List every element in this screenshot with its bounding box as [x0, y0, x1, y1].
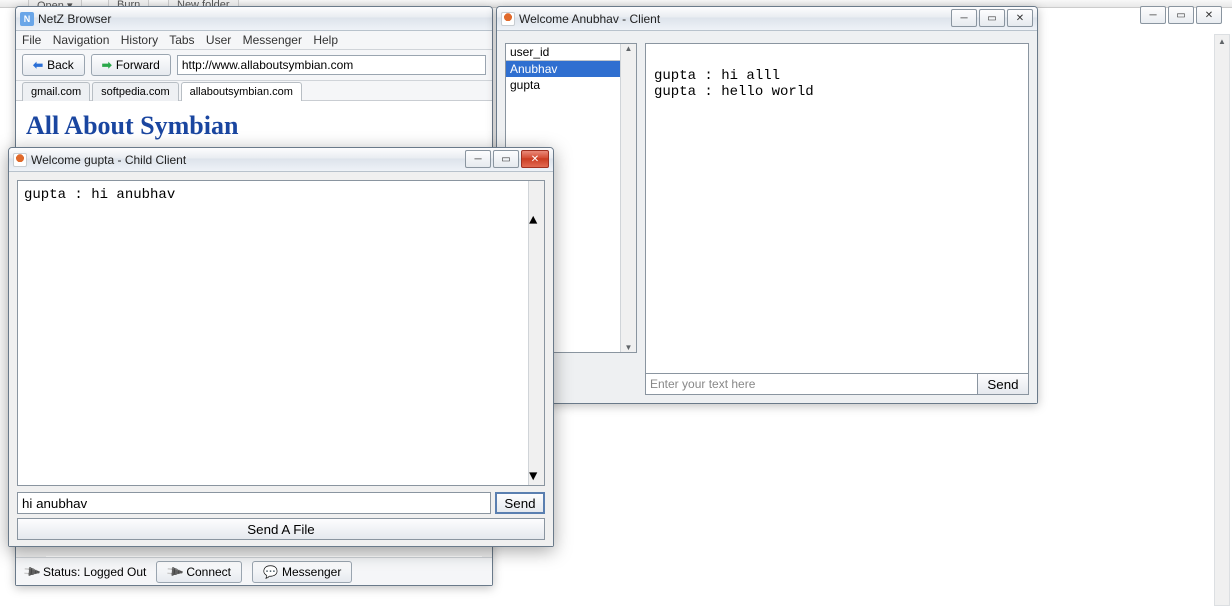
connect-button[interactable]: 🔌 Connect [156, 561, 242, 583]
anubhav-maximize-button[interactable]: ▭ [979, 9, 1005, 27]
url-input[interactable] [177, 55, 486, 75]
netz-statusbar: 🔌 Status: Logged Out 🔌 Connect 💬 Messeng… [16, 557, 492, 585]
menu-file[interactable]: File [22, 33, 41, 47]
gupta-title: Welcome gupta - Child Client [31, 153, 186, 167]
host-scrollbar[interactable]: ▲ [1214, 34, 1230, 606]
menu-help[interactable]: Help [313, 33, 338, 47]
browser-viewport: All About Symbian [16, 101, 492, 149]
netz-app-icon: N [20, 12, 34, 26]
back-button[interactable]: ⬅Back [22, 54, 85, 76]
menu-tabs[interactable]: Tabs [169, 33, 194, 47]
scroll-up-icon: ▲ [529, 213, 544, 229]
forward-arrow-icon: ➡ [102, 58, 112, 72]
netz-navrow: ⬅Back ➡Forward [16, 50, 492, 81]
host-maximize-button[interactable]: ▭ [1168, 6, 1194, 24]
status-segment: 🔌 Status: Logged Out [24, 565, 146, 579]
gupta-client-window: Welcome gupta - Child Client ─ ▭ ✕ gupta… [8, 147, 554, 547]
scroll-down-icon: ▼ [621, 343, 636, 352]
gupta-titlebar[interactable]: Welcome gupta - Child Client ─ ▭ ✕ [9, 148, 553, 172]
menu-history[interactable]: History [121, 33, 158, 47]
forward-button[interactable]: ➡Forward [91, 54, 171, 76]
java-icon [13, 153, 27, 167]
anubhav-close-button[interactable]: ✕ [1007, 9, 1033, 27]
user-list-header: user_id [506, 44, 636, 61]
user-list-item-gupta[interactable]: gupta [506, 77, 636, 93]
menu-navigation[interactable]: Navigation [53, 33, 110, 47]
tab-allaboutsymbian[interactable]: allaboutsymbian.com [181, 82, 302, 101]
anubhav-titlebar[interactable]: Welcome Anubhav - Client ─ ▭ ✕ [497, 7, 1037, 31]
connect-plug-icon: 🔌 [165, 561, 185, 581]
anubhav-minimize-button[interactable]: ─ [951, 9, 977, 27]
anubhav-title: Welcome Anubhav - Client [519, 12, 660, 26]
gupta-log-scrollbar[interactable]: ▲ ▼ [528, 181, 544, 485]
scroll-up-icon: ▲ [621, 44, 636, 53]
gupta-minimize-button[interactable]: ─ [465, 150, 491, 168]
messenger-button[interactable]: 💬 Messenger [252, 561, 352, 583]
menu-messenger[interactable]: Messenger [243, 33, 302, 47]
netz-menubar: File Navigation History Tabs User Messen… [16, 31, 492, 50]
user-list-scrollbar[interactable]: ▲ ▼ [620, 44, 636, 352]
status-text: Status: Logged Out [43, 565, 146, 579]
gupta-message-input[interactable] [17, 492, 491, 514]
gupta-chat-log: gupta : hi anubhav ▲ ▼ [17, 180, 545, 486]
host-close-button[interactable]: ✕ [1196, 6, 1222, 24]
gupta-send-button[interactable]: Send [495, 492, 545, 514]
host-minimize-button[interactable]: ─ [1140, 6, 1166, 24]
scroll-up-icon: ▲ [1215, 35, 1229, 49]
messenger-balloon-icon: 💬 [263, 565, 278, 579]
page-heading: All About Symbian [26, 111, 482, 141]
gupta-maximize-button[interactable]: ▭ [493, 150, 519, 168]
plug-icon: 🔌 [21, 561, 41, 581]
user-list-item-anubhav[interactable]: Anubhav [506, 61, 636, 77]
tab-gmail[interactable]: gmail.com [22, 82, 90, 101]
gupta-send-file-button[interactable]: Send A File [17, 518, 545, 540]
gupta-close-button[interactable]: ✕ [521, 150, 549, 168]
netz-tabrow: gmail.com softpedia.com allaboutsymbian.… [16, 81, 492, 101]
java-icon [501, 12, 515, 26]
netz-titlebar[interactable]: N NetZ Browser [16, 7, 492, 31]
back-arrow-icon: ⬅ [33, 58, 43, 72]
anubhav-chat-log: gupta : hi alll gupta : hello world [645, 43, 1029, 387]
anubhav-message-input[interactable] [645, 373, 977, 395]
scroll-down-icon: ▼ [529, 469, 537, 485]
menu-user[interactable]: User [206, 33, 231, 47]
host-window-controls: ─ ▭ ✕ [1140, 6, 1222, 24]
netz-title: NetZ Browser [38, 12, 111, 26]
anubhav-send-button[interactable]: Send [977, 373, 1029, 395]
tab-softpedia[interactable]: softpedia.com [92, 82, 178, 101]
